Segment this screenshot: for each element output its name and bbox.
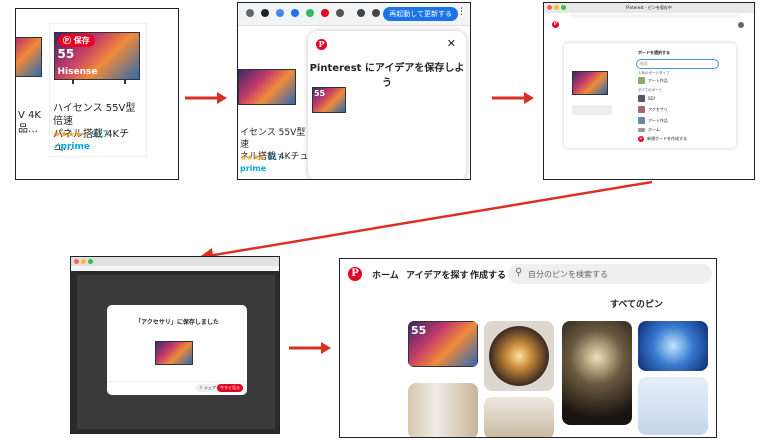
board-item[interactable]: アート作品 [638,117,668,124]
pin-room-image[interactable] [484,397,554,437]
board-thumbnail [638,128,645,132]
product-card[interactable]: 55 Hisense Ⓟ 保存 ハイセンス 55V型 倍速 パネル搭載 4Kチュ… [49,23,147,157]
prime-badge: prime [240,164,267,173]
section-label-all: すべてのボード [638,88,663,92]
pinterest-save-badge[interactable]: Ⓟ 保存 [58,34,95,47]
address-bar[interactable] [71,266,279,271]
search-input[interactable]: ⚲ 自分のピンを検索する [508,264,712,284]
star-rating-icon: ★★★★☆ [53,130,89,140]
pin-hallway-image[interactable] [408,383,478,437]
board-thumbnail [638,117,645,124]
section-label-popular: 人気のボードタイプ [638,71,670,75]
tv-screen-number: 55 [57,47,75,61]
download-icon[interactable] [357,9,365,17]
pin-tv-image[interactable]: 55 [408,321,478,367]
browser-toolbar: 再起動して更新する ⋮ [238,3,470,26]
step1-amazon-product-panel: V 4K 品… 55 Hisense Ⓟ 保存 ハイセンス 55V型 倍速 パネ… [15,8,179,180]
dialog-title: Pinterest にアイデアを保存しよう [309,63,465,89]
update-button[interactable]: 再起動して更新する [383,7,458,21]
window-titlebar: Pinterest - ピンを保存中 [544,3,754,13]
zoom-window-icon[interactable] [88,259,93,264]
tv-stand [71,80,127,84]
pin-lights-image[interactable] [562,321,632,425]
share-button[interactable]: ⇪ シェア [196,384,219,392]
step3-board-select-panel: Pinterest - ピンを保存中 P ボードを選択する 検索 人気のボードタ… [543,2,755,180]
rating-row[interactable]: ★★★★☆ 917 [53,130,108,140]
pinterest-icon: Ⓟ [63,36,71,45]
step4-saved-confirmation-panel: 「アクセサリ」に保存しました ⇪ シェア 今すぐ見る [70,256,280,434]
star-rating-icon: ★★★★ [240,153,266,162]
step5-pinterest-board-panel: P ホーム アイデアを探す 作成する ⚲ 自分のピンを検索する すべてのピン 5… [339,258,717,438]
camera-icon[interactable] [246,9,254,17]
pin-app-image[interactable] [638,377,708,435]
close-icon[interactable]: ✕ [447,37,456,50]
search-icon: ⚲ [515,267,523,278]
check-icon: ✓ [53,142,61,152]
evernote-icon[interactable] [306,9,314,17]
page-title: すべてのピン [610,300,664,310]
pinterest-save-dialog: P ✕ Pinterest にアイデアを保存しよう 55 [308,31,466,179]
close-window-icon[interactable] [74,259,79,264]
minimize-window-icon[interactable] [81,259,86,264]
pin-image-placeholder [572,105,612,115]
confirmation-dialog: 「アクセサリ」に保存しました ⇪ シェア 今すぐ見る [107,305,247,395]
arrow-right-icon [492,92,534,104]
saved-message: 「アクセサリ」に保存しました [135,319,219,326]
extension-icon[interactable] [261,9,269,17]
board-picker-card: ボードを選択する 検索 人気のボードタイプ アート作品 すべてのボード SDI … [564,43,736,148]
nav-explore[interactable]: アイデアを探す [406,268,469,281]
board-thumbnail [638,95,645,102]
extension-icons [246,9,398,18]
avatar[interactable] [738,22,744,28]
pin-lantern-image[interactable] [484,321,554,391]
pinterest-logo-icon: P [552,21,559,28]
background-product-card[interactable]: イセンス 55V型 倍速 ネル搭載 4Kチュ… ★★★★ 917 prime [238,65,318,173]
docs-icon[interactable] [291,9,299,17]
more-menu-icon[interactable]: ⋮ [457,7,466,17]
pinterest-logo-icon[interactable]: P [348,267,362,281]
arrow-right-icon [289,342,331,354]
window-title: Pinterest - ピンを保存中 [626,5,672,10]
pin-crystal-image[interactable] [638,321,708,371]
sidebar-icon[interactable] [372,9,380,17]
arrow-right-icon [185,92,227,104]
view-now-button[interactable]: 今すぐ見る [217,384,243,392]
board-item[interactable]: アート作品 [638,77,668,84]
left-product-image [16,37,42,77]
address-bar[interactable] [570,14,740,18]
prime-badge: ✓prime [53,142,90,152]
board-thumbnail [638,77,645,84]
pin-candidate-image[interactable]: 55 [312,87,346,113]
puzzle-icon[interactable] [336,9,344,17]
tv-brand: Hisense [57,67,98,78]
dialog-footer-divider [107,381,247,382]
arrow-diagonal-icon [198,180,653,262]
pinterest-logo-icon: P [316,39,327,50]
saved-pin-image [155,341,193,365]
share-icon: ⇪ [199,385,203,390]
create-board-button[interactable]: + 新規ボードを作成する [638,136,687,142]
product-image [238,69,296,105]
board-item[interactable]: アクセサリ [638,106,668,113]
left-product-title: V 4K 品… [18,110,41,135]
window-titlebar [71,257,279,266]
rating-count: 917 [91,130,109,140]
board-heading: ボードを選択する [638,50,670,55]
pin-image [572,71,608,95]
step2-pinterest-extension-panel: 再起動して更新する ⋮ イセンス 55V型 倍速 ネル搭載 4Kチュ… ★★★★… [237,2,471,180]
rating-row: ★★★★ 917 [240,153,283,162]
pinterest-extension-icon[interactable] [321,9,329,17]
board-thumbnail [638,106,645,113]
board-search-input[interactable]: 検索 [636,59,719,69]
translate-icon[interactable] [276,9,284,17]
board-item[interactable]: ホーム [638,127,660,133]
board-item[interactable]: SDI [638,95,655,102]
nav-home[interactable]: ホーム [372,268,399,281]
nav-create[interactable]: 作成する [470,268,506,281]
plus-icon: + [638,136,644,142]
